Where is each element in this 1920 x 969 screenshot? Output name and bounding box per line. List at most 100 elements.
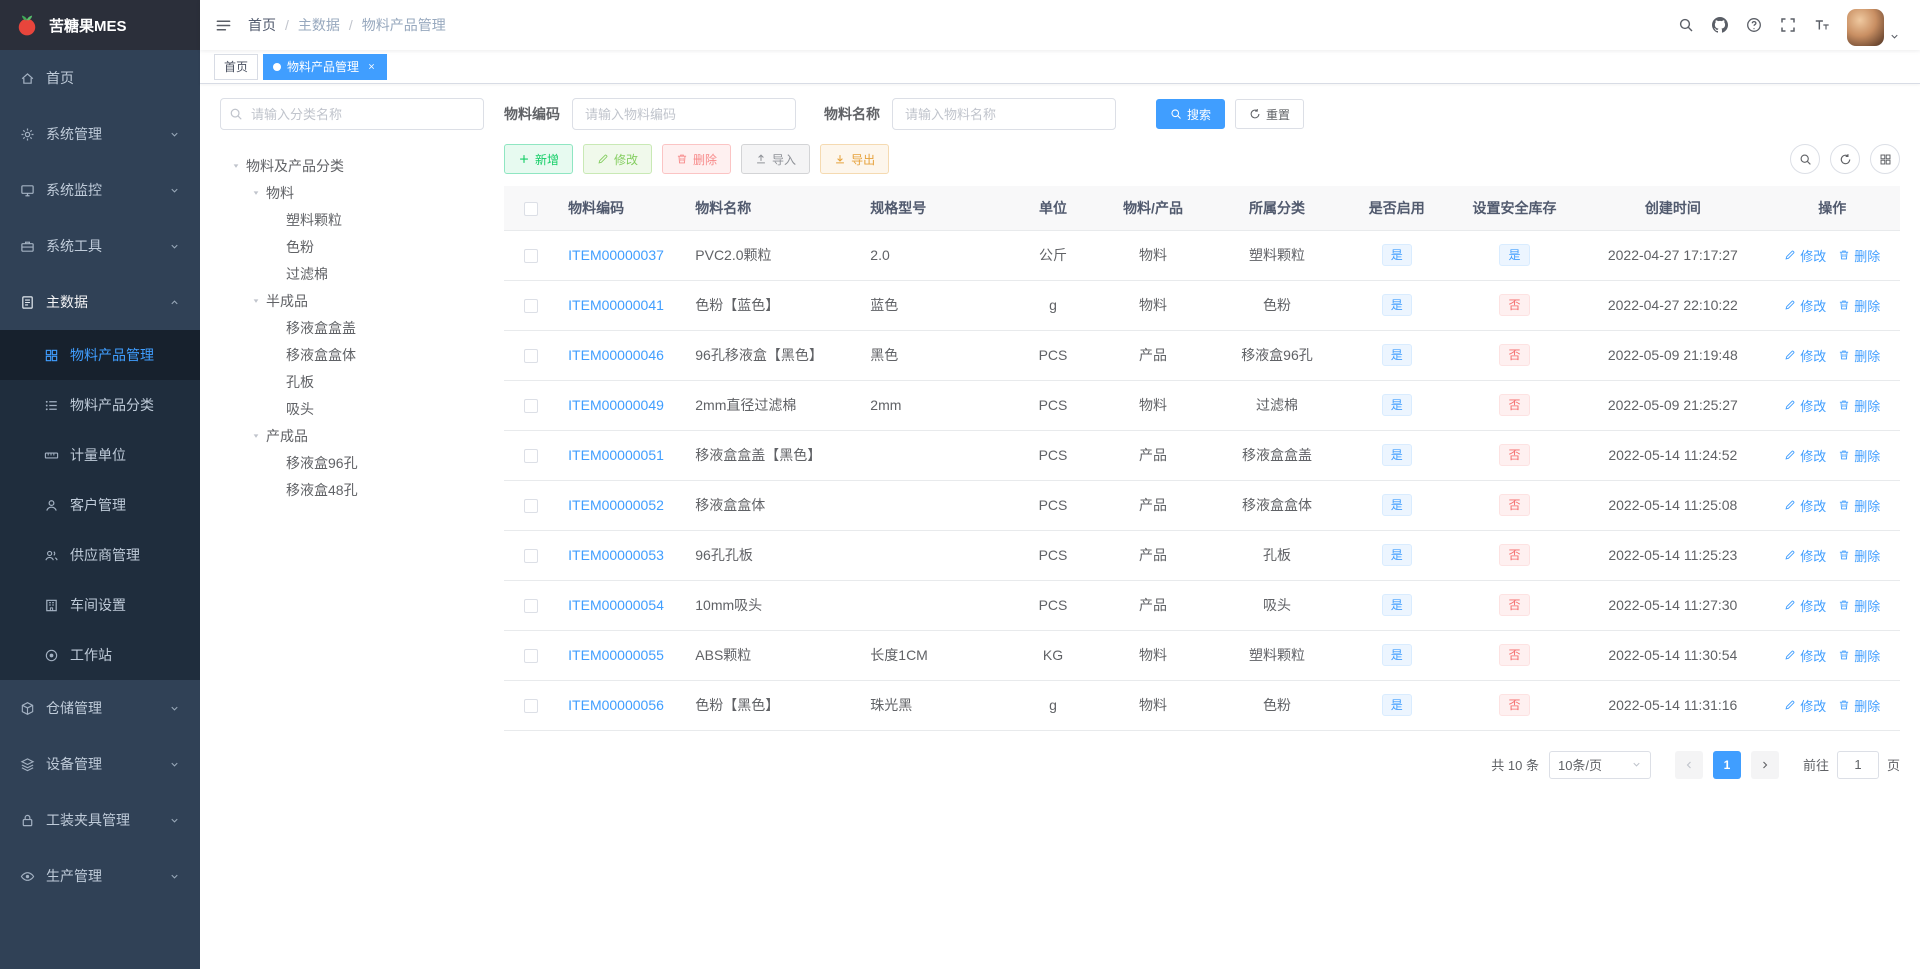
refresh-table-button[interactable]	[1830, 144, 1860, 174]
reset-button[interactable]: 重置	[1235, 99, 1305, 129]
item-code-link[interactable]: ITEM00000049	[568, 397, 664, 413]
row-edit-button[interactable]: 修改	[1784, 346, 1826, 365]
edit-button[interactable]: 修改	[583, 144, 653, 174]
item-code-link[interactable]: ITEM00000052	[568, 497, 664, 513]
close-icon[interactable]	[366, 61, 377, 72]
row-delete-button[interactable]: 删除	[1838, 696, 1880, 715]
row-edit-button[interactable]: 修改	[1784, 546, 1826, 565]
row-select-checkbox[interactable]	[524, 249, 539, 264]
item-code-link[interactable]: ITEM00000046	[568, 347, 664, 363]
add-button[interactable]: 新增	[504, 144, 574, 174]
row-select-checkbox[interactable]	[524, 599, 539, 614]
tree-expand-caret-icon[interactable]	[246, 296, 266, 306]
sidebar-subitem-5[interactable]: 车间设置	[0, 580, 200, 630]
font-size-icon[interactable]	[1805, 0, 1839, 50]
tree-node[interactable]: 过滤棉	[220, 260, 484, 287]
row-delete-button[interactable]: 删除	[1838, 346, 1880, 365]
app-logo[interactable]: 苦糖果MES	[0, 0, 200, 50]
row-delete-button[interactable]: 删除	[1838, 546, 1880, 565]
github-icon[interactable]	[1703, 0, 1737, 50]
user-menu[interactable]	[1839, 4, 1910, 46]
tree-node[interactable]: 物料	[220, 179, 484, 206]
sidebar-item-1[interactable]: 系统管理	[0, 106, 200, 162]
tree-expand-caret-icon[interactable]	[246, 431, 266, 441]
sidebar-item-6[interactable]: 设备管理	[0, 736, 200, 792]
sidebar-subitem-0[interactable]: 物料产品管理	[0, 330, 200, 380]
sidebar-item-0[interactable]: 首页	[0, 50, 200, 106]
item-code-link[interactable]: ITEM00000055	[568, 647, 664, 663]
row-edit-button[interactable]: 修改	[1784, 696, 1826, 715]
category-search-input[interactable]	[220, 98, 484, 130]
tree-node[interactable]: 移液盒96孔	[220, 449, 484, 476]
goto-page-input[interactable]	[1836, 750, 1879, 779]
tree-node[interactable]: 吸头	[220, 395, 484, 422]
sidebar-item-3[interactable]: 系统工具	[0, 218, 200, 274]
row-select-checkbox[interactable]	[524, 499, 539, 514]
export-button[interactable]: 导出	[820, 144, 890, 174]
item-code-link[interactable]: ITEM00000051	[568, 447, 664, 463]
item-code-link[interactable]: ITEM00000053	[568, 547, 664, 563]
header-search-icon[interactable]	[1669, 0, 1703, 50]
row-delete-button[interactable]: 删除	[1838, 646, 1880, 665]
code-filter-input[interactable]	[572, 98, 796, 130]
sidebar-item-7[interactable]: 工装夹具管理	[0, 792, 200, 848]
row-edit-button[interactable]: 修改	[1784, 646, 1826, 665]
row-edit-button[interactable]: 修改	[1784, 446, 1826, 465]
tree-node[interactable]: 产成品	[220, 422, 484, 449]
breadcrumb-item-home[interactable]: 首页	[248, 15, 276, 35]
sidebar-item-5[interactable]: 仓储管理	[0, 680, 200, 736]
sidebar-subitem-4[interactable]: 供应商管理	[0, 530, 200, 580]
item-code-link[interactable]: ITEM00000056	[568, 697, 664, 713]
sidebar-item-2[interactable]: 系统监控	[0, 162, 200, 218]
row-select-checkbox[interactable]	[524, 299, 539, 314]
row-select-checkbox[interactable]	[524, 649, 539, 664]
row-select-checkbox[interactable]	[524, 699, 539, 714]
page-number-button[interactable]: 1	[1712, 750, 1741, 779]
item-code-link[interactable]: ITEM00000041	[568, 297, 664, 313]
row-edit-button[interactable]: 修改	[1784, 396, 1826, 415]
row-select-checkbox[interactable]	[524, 449, 539, 464]
tree-node[interactable]: 色粉	[220, 233, 484, 260]
select-all-checkbox[interactable]	[524, 201, 539, 216]
sidebar-toggle-button[interactable]	[200, 0, 246, 50]
row-delete-button[interactable]: 删除	[1838, 246, 1880, 265]
row-delete-button[interactable]: 删除	[1838, 596, 1880, 615]
row-edit-button[interactable]: 修改	[1784, 296, 1826, 315]
tag-home[interactable]: 首页	[214, 53, 259, 80]
tree-node[interactable]: 移液盒盒盖	[220, 314, 484, 341]
tag-current[interactable]: 物料产品管理	[263, 53, 388, 80]
help-icon[interactable]	[1737, 0, 1771, 50]
tree-expand-caret-icon[interactable]	[246, 188, 266, 198]
row-edit-button[interactable]: 修改	[1784, 496, 1826, 515]
sidebar-item-8[interactable]: 生产管理	[0, 848, 200, 904]
sidebar-subitem-1[interactable]: 物料产品分类	[0, 380, 200, 430]
row-delete-button[interactable]: 删除	[1838, 396, 1880, 415]
next-page-button[interactable]	[1750, 750, 1779, 779]
sidebar-item-4[interactable]: 主数据	[0, 274, 200, 330]
row-select-checkbox[interactable]	[524, 349, 539, 364]
row-delete-button[interactable]: 删除	[1838, 296, 1880, 315]
import-button[interactable]: 导入	[741, 144, 811, 174]
name-filter-input[interactable]	[892, 98, 1116, 130]
tree-node[interactable]: 移液盒48孔	[220, 476, 484, 503]
sidebar-subitem-6[interactable]: 工作站	[0, 630, 200, 680]
tree-node[interactable]: 半成品	[220, 287, 484, 314]
sidebar-subitem-3[interactable]: 客户管理	[0, 480, 200, 530]
toggle-search-button[interactable]	[1790, 144, 1820, 174]
tree-node[interactable]: 孔板	[220, 368, 484, 395]
delete-button[interactable]: 删除	[662, 144, 732, 174]
page-size-select[interactable]: 10条/页	[1548, 750, 1651, 779]
prev-page-button[interactable]	[1674, 750, 1703, 779]
row-delete-button[interactable]: 删除	[1838, 496, 1880, 515]
tree-node[interactable]: 移液盒盒体	[220, 341, 484, 368]
search-button[interactable]: 搜索	[1156, 99, 1226, 129]
fullscreen-icon[interactable]	[1771, 0, 1805, 50]
tree-expand-caret-icon[interactable]	[226, 161, 246, 171]
row-select-checkbox[interactable]	[524, 399, 539, 414]
tree-node[interactable]: 塑料颗粒	[220, 206, 484, 233]
row-select-checkbox[interactable]	[524, 549, 539, 564]
row-edit-button[interactable]: 修改	[1784, 596, 1826, 615]
sidebar-subitem-2[interactable]: 计量单位	[0, 430, 200, 480]
row-edit-button[interactable]: 修改	[1784, 246, 1826, 265]
row-delete-button[interactable]: 删除	[1838, 446, 1880, 465]
